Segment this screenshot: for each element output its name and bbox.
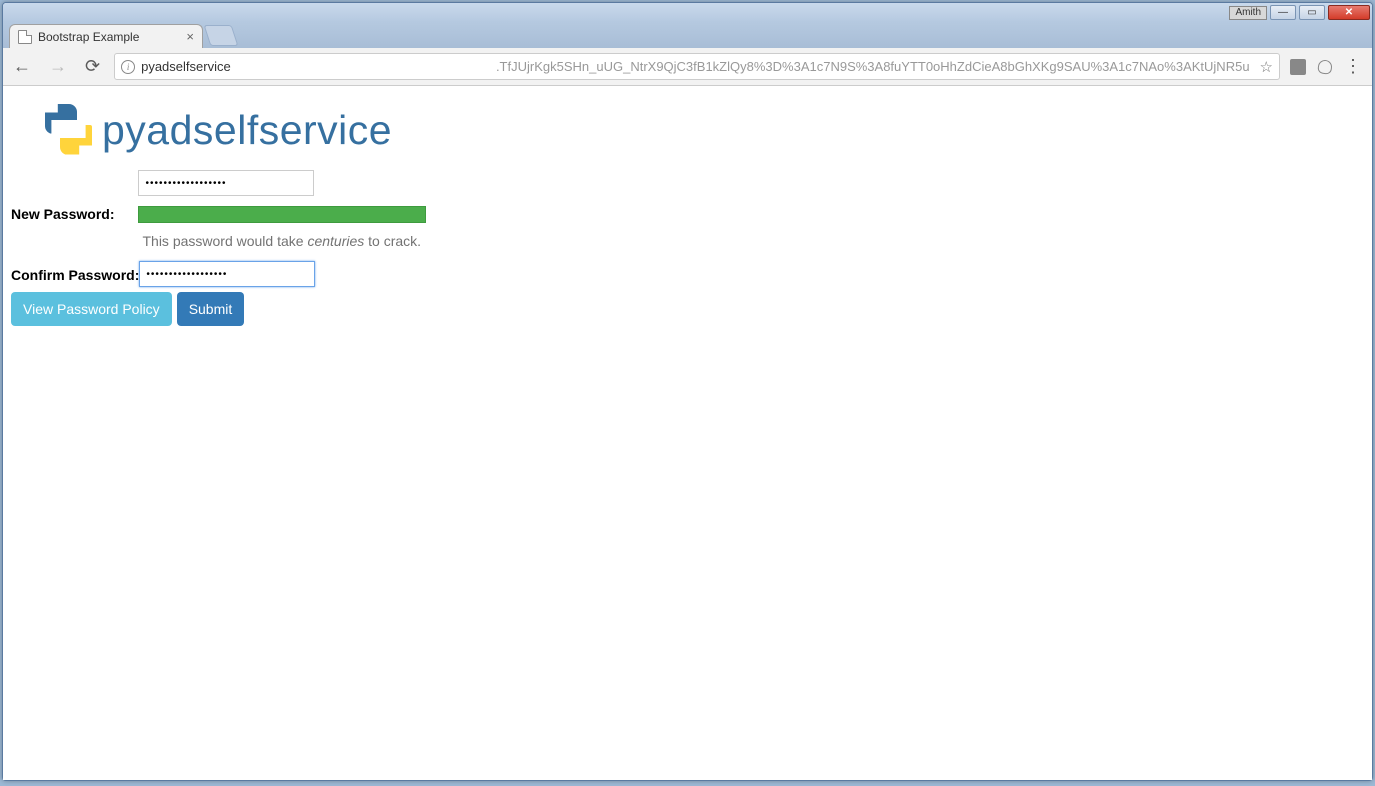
- new-password-label: New Password:: [11, 170, 114, 222]
- window-titlebar: Amith — ▭ ✕: [3, 3, 1372, 22]
- browser-tab[interactable]: Bootstrap Example ×: [9, 24, 203, 48]
- browser-menu-icon[interactable]: ⋮: [1344, 56, 1362, 77]
- browser-window: Amith — ▭ ✕ Bootstrap Example × ← → ⟳ i …: [2, 2, 1373, 781]
- new-password-input[interactable]: [138, 170, 314, 196]
- submit-button[interactable]: Submit: [177, 292, 245, 326]
- view-password-policy-button[interactable]: View Password Policy: [11, 292, 172, 326]
- app-name: pyadselfservice: [102, 107, 392, 154]
- window-minimize-button[interactable]: —: [1270, 5, 1296, 20]
- tab-close-icon[interactable]: ×: [186, 29, 194, 44]
- extension-icon-2[interactable]: [1317, 59, 1333, 75]
- window-maximize-button[interactable]: ▭: [1299, 5, 1325, 20]
- browser-toolbar: ← → ⟳ i pyadselfservice .TfJUjrKgk5SHn_u…: [3, 48, 1372, 86]
- window-close-button[interactable]: ✕: [1328, 5, 1370, 20]
- extension-icon[interactable]: [1290, 59, 1306, 75]
- page-icon: [18, 30, 32, 44]
- reload-button[interactable]: ⟳: [81, 56, 104, 77]
- password-form: New Password: This password would take c…: [3, 170, 1372, 326]
- confirm-password-row: Confirm Password:: [11, 261, 1372, 287]
- page-viewport: pyadselfservice New Password: This passw…: [3, 86, 1372, 780]
- form-actions: View Password Policy Submit: [11, 292, 1372, 326]
- confirm-password-input[interactable]: [139, 261, 315, 287]
- page-content: pyadselfservice New Password: This passw…: [3, 86, 1372, 326]
- new-password-row: New Password: This password would take c…: [11, 170, 1372, 257]
- os-user-button[interactable]: Amith: [1229, 6, 1267, 20]
- address-bar[interactable]: i pyadselfservice .TfJUjrKgk5SHn_uUG_Ntr…: [114, 53, 1280, 80]
- url-path: .TfJUjrKgk5SHn_uUG_NtrX9QjC3fB1kZlQy8%3D…: [496, 59, 1250, 74]
- site-info-icon[interactable]: i: [121, 60, 135, 74]
- url-host: pyadselfservice: [141, 59, 231, 74]
- bookmark-star-icon[interactable]: ☆: [1260, 58, 1273, 76]
- app-header: pyadselfservice: [3, 86, 1372, 166]
- back-button[interactable]: ←: [9, 56, 35, 77]
- browser-tabstrip: Bootstrap Example ×: [3, 22, 1372, 48]
- new-tab-button[interactable]: [204, 25, 239, 46]
- python-logo-icon: [39, 103, 94, 158]
- forward-button: →: [45, 56, 71, 77]
- tab-title: Bootstrap Example: [38, 30, 180, 44]
- confirm-password-label: Confirm Password:: [11, 261, 139, 283]
- toolbar-right: ⋮: [1290, 56, 1366, 77]
- password-strength-text: This password would take centuries to cr…: [142, 233, 426, 249]
- password-strength-meter: [138, 206, 426, 223]
